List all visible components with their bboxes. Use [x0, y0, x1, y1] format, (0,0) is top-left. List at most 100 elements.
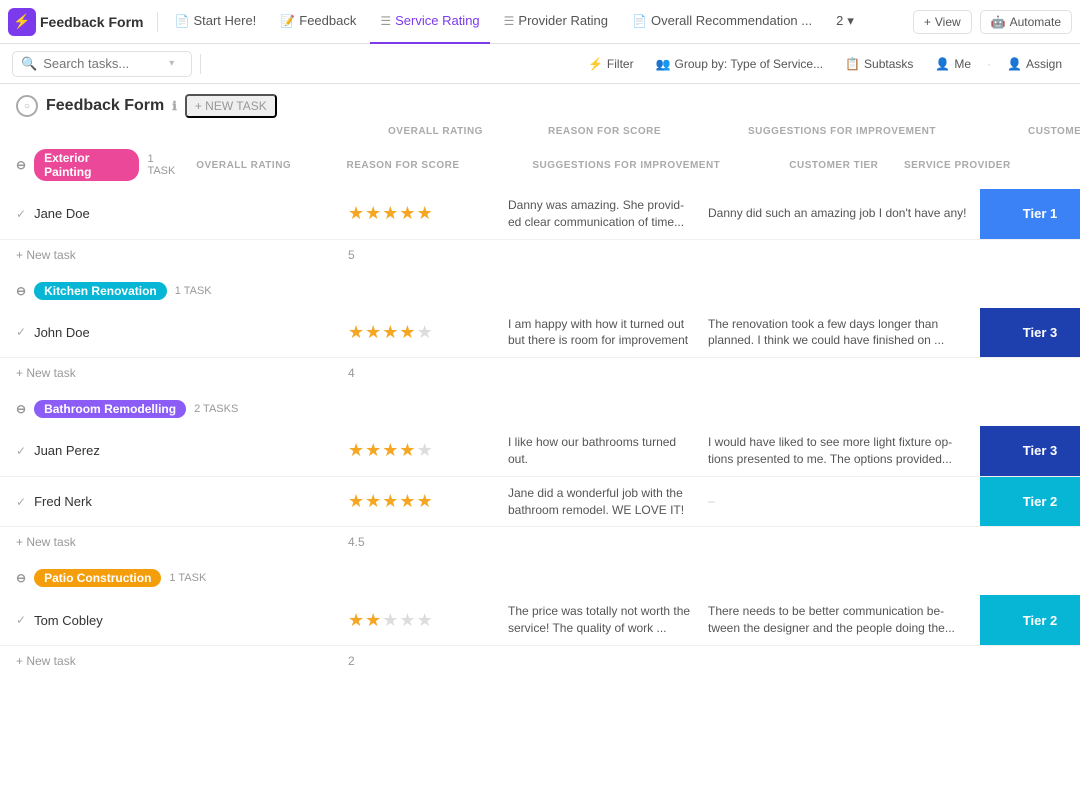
- tier-badge: Tier 3: [980, 308, 1080, 358]
- tab-start-here[interactable]: 📄 Start Here!: [164, 0, 266, 44]
- summary-row: + New task 2: [0, 646, 1080, 676]
- star-5: ★: [417, 203, 433, 224]
- col-suggestions: SUGGESTIONS FOR IMPROVEMENT: [748, 126, 1028, 137]
- suggestions-cell: I would have liked to see more light fix…: [700, 426, 980, 476]
- star-3: ★: [382, 491, 398, 512]
- group-toggle-kitchen[interactable]: ⊖: [16, 284, 26, 298]
- star-1: ★: [348, 203, 364, 224]
- col-overall-rating: OVERALL RATING: [388, 126, 548, 137]
- tab-feedback[interactable]: 📝 Feedback: [270, 0, 366, 44]
- check-icon: ✓: [16, 207, 26, 221]
- table-row: ✓ Jane Doe ★ ★ ★ ★ ★ Danny was amazing. …: [0, 189, 1080, 240]
- tier-badge: Tier 2: [980, 595, 1080, 645]
- task-name-cell: ✓ Tom Cobley: [0, 595, 340, 645]
- tier-badge: Tier 3: [980, 426, 1080, 476]
- star-3: ★: [382, 203, 398, 224]
- star-1: ★: [348, 440, 364, 461]
- summary-row: + New task 5: [0, 240, 1080, 270]
- rating-summary: 4.5: [340, 531, 500, 553]
- group-label-bathroom: Bathroom Remodelling: [34, 400, 186, 418]
- me-button[interactable]: 👤 Me: [929, 53, 977, 75]
- table-row: ✓ John Doe ★ ★ ★ ★ ★ I am happy with how…: [0, 308, 1080, 359]
- group-by-button[interactable]: 👥 Group by: Type of Service...: [650, 53, 829, 75]
- toolbar-divider: [200, 54, 201, 74]
- col-task: [48, 126, 388, 137]
- task-name: Fred Nerk: [34, 494, 92, 509]
- star-1: ★: [348, 610, 364, 631]
- star-4: ★: [399, 491, 415, 512]
- group-kitchen-renovation: ⊖ Kitchen Renovation 1 TASK ✓ John Doe ★…: [0, 274, 1080, 389]
- search-box[interactable]: 🔍 ▾: [12, 51, 192, 77]
- tier-cell: Tier 3: [980, 308, 1080, 358]
- page-header-icon: ○: [16, 95, 38, 117]
- group-toggle-exterior[interactable]: ⊖: [16, 158, 26, 172]
- stars: ★ ★ ★ ★ ★: [348, 491, 433, 512]
- task-name-cell: ✓ Fred Nerk: [0, 477, 340, 527]
- search-input[interactable]: [43, 56, 163, 71]
- tab-overall-recommendation[interactable]: 📄 Overall Recommendation ...: [622, 0, 822, 44]
- me-icon: 👤: [935, 57, 950, 71]
- page-header: ○ Feedback Form ℹ + NEW TASK: [0, 84, 1080, 124]
- filter-button[interactable]: ⚡ Filter: [582, 53, 640, 75]
- star-5: ★: [417, 491, 433, 512]
- task-name-cell: ✓ John Doe: [0, 308, 340, 358]
- reason-cell: I like how our bathrooms turned out.: [500, 426, 700, 476]
- new-task-cell[interactable]: + New task: [0, 362, 340, 384]
- reason-cell: I am happy with how it turned out but th…: [500, 308, 700, 358]
- overall-rec-icon: 📄: [632, 14, 647, 28]
- assign-button[interactable]: 👤 Assign: [1001, 53, 1068, 75]
- start-here-icon: 📄: [174, 14, 189, 28]
- group-toggle-bathroom[interactable]: ⊖: [16, 402, 26, 416]
- feedback-icon: 📝: [280, 14, 295, 28]
- group-label-patio: Patio Construction: [34, 569, 161, 587]
- task-name: Jane Doe: [34, 206, 90, 221]
- table-row: ✓ Tom Cobley ★ ★ ★ ★ ★ The price was tot…: [0, 595, 1080, 646]
- star-3: ★: [382, 322, 398, 343]
- page-title: Feedback Form: [46, 97, 164, 115]
- star-4: ★: [399, 440, 415, 461]
- summary-row: + New task 4.5: [0, 527, 1080, 557]
- tier-cell: Tier 2: [980, 595, 1080, 645]
- tab-more[interactable]: 2 ▾: [826, 0, 864, 44]
- rating-cell: ★ ★ ★ ★ ★: [340, 189, 500, 239]
- top-nav: ⚡ Feedback Form 📄 Start Here! 📝 Feedback…: [0, 0, 1080, 44]
- col-header-sugg-ext: SUGGESTIONS FOR IMPROVEMENT: [532, 160, 781, 171]
- main-content: OVERALL RATING REASON FOR SCORE SUGGESTI…: [0, 124, 1080, 700]
- group-header-bathroom: ⊖ Bathroom Remodelling 2 TASKS: [0, 392, 1080, 426]
- rating-summary: 5: [340, 244, 500, 266]
- new-task-cell[interactable]: + New task: [0, 650, 340, 672]
- chevron-down-icon: ▾: [847, 13, 854, 29]
- view-button[interactable]: + View: [913, 10, 972, 34]
- subtasks-icon: 📋: [845, 57, 860, 71]
- assign-icon: 👤: [1007, 57, 1022, 71]
- group-toggle-patio[interactable]: ⊖: [16, 571, 26, 585]
- star-5: ★: [417, 440, 433, 461]
- tab-service-rating[interactable]: ☰ Service Rating: [370, 0, 489, 44]
- table-row: ✓ Juan Perez ★ ★ ★ ★ ★ I like how our ba…: [0, 426, 1080, 477]
- new-task-cell[interactable]: + New task: [0, 531, 340, 553]
- automate-icon: 🤖: [991, 15, 1006, 29]
- info-icon: ℹ: [172, 99, 177, 113]
- stars: ★ ★ ★ ★ ★: [348, 203, 433, 224]
- star-2: ★: [365, 610, 381, 631]
- suggestions-cell: –: [700, 477, 980, 527]
- star-2: ★: [365, 203, 381, 224]
- col-header-tier-ext: CUSTOMER TIER: [789, 160, 896, 171]
- task-name: John Doe: [34, 325, 90, 340]
- tab-provider-rating[interactable]: ☰ Provider Rating: [494, 0, 618, 44]
- task-name-cell: ✓ Jane Doe: [0, 189, 340, 239]
- col-reason: REASON FOR SCORE: [548, 126, 748, 137]
- new-task-button[interactable]: + NEW TASK: [185, 94, 277, 118]
- automate-button[interactable]: 🤖 Automate: [980, 10, 1072, 34]
- stars: ★ ★ ★ ★ ★: [348, 440, 433, 461]
- subtasks-button[interactable]: 📋 Subtasks: [839, 53, 919, 75]
- toolbar: 🔍 ▾ ⚡ Filter 👥 Group by: Type of Service…: [0, 44, 1080, 84]
- summary-row: + New task 4: [0, 358, 1080, 388]
- toolbar-right: ⚡ Filter 👥 Group by: Type of Service... …: [582, 53, 1068, 75]
- new-task-cell[interactable]: + New task: [0, 244, 340, 266]
- app-title: Feedback Form: [40, 14, 143, 30]
- group-header-exterior: ⊖ Exterior Painting 1 TASK OVERALL RATIN…: [0, 141, 1080, 189]
- dot-divider: ·: [987, 57, 991, 71]
- star-3: ★: [382, 440, 398, 461]
- task-name: Juan Perez: [34, 443, 100, 458]
